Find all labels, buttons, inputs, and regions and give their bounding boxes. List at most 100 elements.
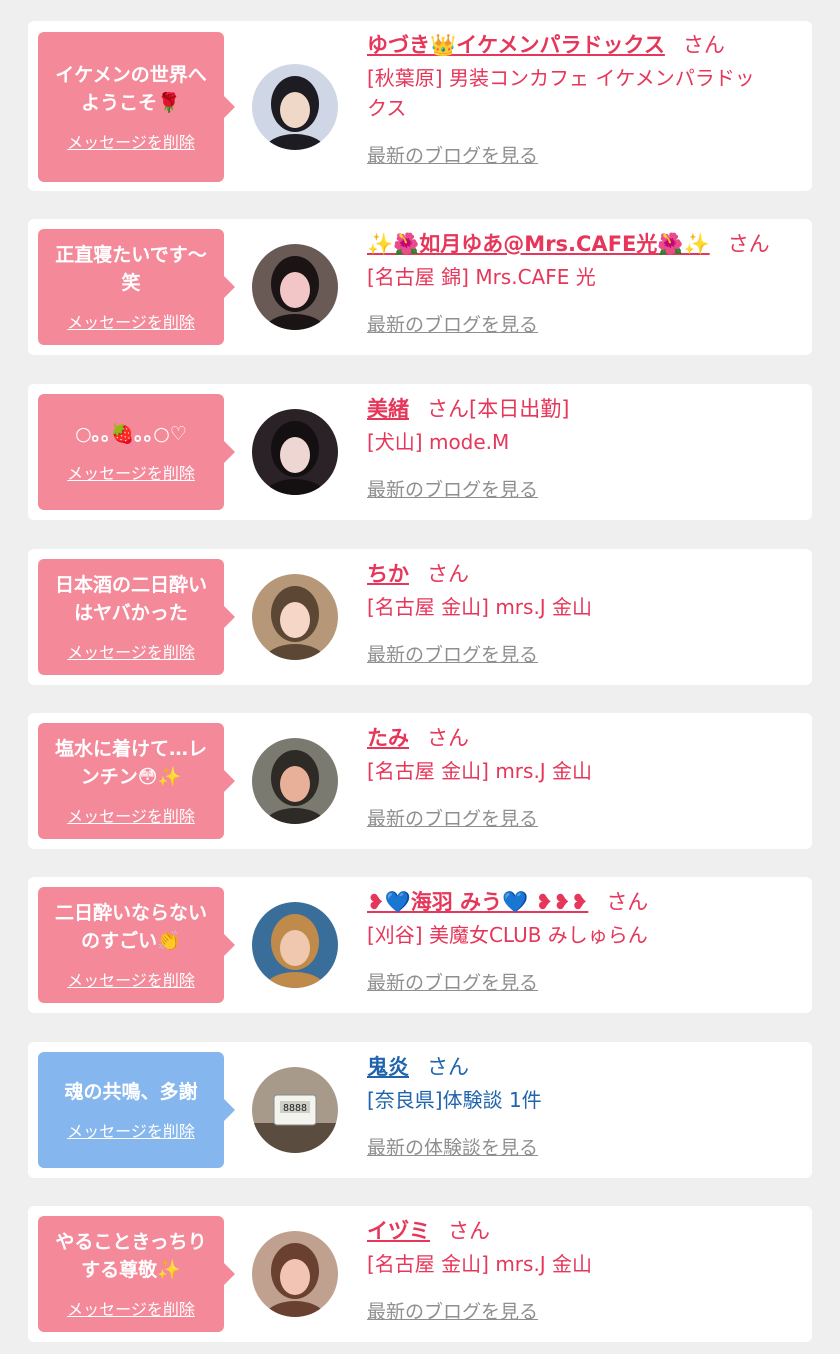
shop-info: [名古屋 金山] mrs.J 金山: [367, 756, 803, 786]
message-line: する尊敬✨: [81, 1259, 181, 1281]
user-info: ✨🌺如月ゆあ@Mrs.CAFE光🌺✨ さん [名古屋 錦] Mrs.CAFE 光最新…: [367, 229, 803, 337]
avatar-photo-icon[interactable]: [252, 244, 338, 330]
message-list: イケメンの世界へ ようこそ🌹 メッセージを削除 ゆづき👑イケメンパラドックス さん [秋葉…: [0, 0, 840, 1354]
shop-line: [犬山] mode.M: [367, 430, 510, 454]
honorific: さん: [448, 1219, 490, 1243]
timer-photo-icon[interactable]: 8888: [252, 1067, 338, 1153]
shop-info: [奈良県]体験談 1件: [367, 1085, 803, 1115]
name-line: たみ さん: [367, 723, 803, 753]
message-line: はヤバかった: [74, 602, 188, 624]
name-line: ✨🌺如月ゆあ@Mrs.CAFE光🌺✨ さん: [367, 229, 803, 259]
user-name-link[interactable]: ちか: [367, 562, 409, 586]
name-line: ゆづき👑イケメンパラドックス さん: [367, 30, 803, 60]
avatar-photo-icon[interactable]: [252, 64, 338, 150]
avatar-photo-icon[interactable]: [252, 902, 338, 988]
message-line: ようこそ🌹: [81, 92, 181, 114]
user-name-link[interactable]: イヅミ: [367, 1219, 430, 1243]
delete-message-link[interactable]: メッセージを削除: [67, 967, 195, 991]
shop-line: クス: [367, 96, 407, 120]
honorific: さん: [427, 726, 469, 750]
user-name-link[interactable]: ✨🌺如月ゆあ@Mrs.CAFE光🌺✨: [367, 232, 710, 256]
user-name-link[interactable]: 鬼炎: [367, 1055, 409, 1079]
latest-blog-link[interactable]: 最新のブログを見る: [367, 1297, 538, 1324]
shop-info: [名古屋 錦] Mrs.CAFE 光: [367, 262, 803, 292]
message-text: やることきっちり する尊敬✨: [55, 1228, 206, 1284]
svg-text:8888: 8888: [283, 1103, 307, 1114]
message-text: 塩水に着けて…レ ンチン😳✨: [55, 735, 207, 791]
user-name-link[interactable]: 美緒: [367, 397, 409, 421]
name-line: イヅミ さん: [367, 1216, 803, 1246]
user-name-link[interactable]: たみ: [367, 726, 409, 750]
delete-message-link[interactable]: メッセージを削除: [67, 1118, 195, 1142]
avatar-photo-icon[interactable]: [252, 409, 338, 495]
honorific: さん: [427, 1055, 469, 1079]
message-bubble: 日本酒の二日酔い はヤバかった メッセージを削除: [38, 559, 235, 675]
message-bubble: やることきっちり する尊敬✨ メッセージを削除: [38, 1216, 235, 1332]
delete-message-link[interactable]: メッセージを削除: [67, 1296, 195, 1320]
message-line: 魂の共鳴、多謝: [64, 1081, 198, 1103]
avatar-photo-icon[interactable]: [252, 738, 338, 824]
user-info: 美緒 さん[本日出勤] [犬山] mode.M 最新のブログを見る: [367, 394, 803, 502]
name-line: 美緒 さん[本日出勤]: [367, 394, 803, 424]
message-line: 二日酔いならない: [54, 902, 207, 924]
shop-line: [名古屋 金山] mrs.J 金山: [367, 759, 593, 783]
shop-info: [名古屋 金山] mrs.J 金山: [367, 592, 803, 622]
delete-message-link[interactable]: メッセージを削除: [67, 129, 195, 153]
delete-message-link[interactable]: メッセージを削除: [67, 460, 195, 484]
shop-line: [名古屋 錦] Mrs.CAFE 光: [367, 265, 596, 289]
shop-info: [名古屋 金山] mrs.J 金山: [367, 1249, 803, 1279]
name-line: 鬼炎 さん: [367, 1052, 803, 1082]
shop-line: [奈良県]体験談 1件: [367, 1088, 542, 1112]
user-name-link[interactable]: ❥💙海羽 みう💙 ❥❥❥: [367, 890, 588, 914]
message-card: やることきっちり する尊敬✨ メッセージを削除 イヅミ さん [名古屋 金山] mrs.J…: [28, 1206, 812, 1342]
message-bubble: 二日酔いならない のすごい👏 メッセージを削除: [38, 887, 235, 1003]
latest-blog-link[interactable]: 最新のブログを見る: [367, 475, 538, 502]
honorific: さん: [727, 232, 770, 256]
honorific: さん: [606, 890, 649, 914]
user-info: ちか さん [名古屋 金山] mrs.J 金山 最新のブログを見る: [367, 559, 803, 667]
honorific: さん: [682, 33, 725, 57]
shop-line: [刈谷] 美魔女CLUB みしゅらん: [367, 923, 648, 947]
message-text: イケメンの世界へ ようこそ🌹: [55, 61, 206, 117]
avatar-photo-icon[interactable]: [252, 574, 338, 660]
message-line: ○｡｡🍓｡｡○♡: [75, 423, 187, 445]
message-bubble: 正直寝たいです〜笑メッセージを削除: [38, 229, 235, 345]
latest-review-link[interactable]: 最新の体験談を見る: [367, 1133, 538, 1160]
message-card: 日本酒の二日酔い はヤバかった メッセージを削除 ちか さん [名古屋 金山] mrs.J…: [28, 549, 812, 685]
message-line: 笑: [121, 272, 141, 294]
latest-blog-link[interactable]: 最新のブログを見る: [367, 968, 538, 995]
latest-blog-link[interactable]: 最新のブログを見る: [367, 640, 538, 667]
latest-blog-link[interactable]: 最新のブログを見る: [367, 310, 538, 337]
message-card: ○｡｡🍓｡｡○♡ メッセージを削除 美緒 さん[本日出勤] [犬山] mode.M 最新の…: [28, 384, 812, 520]
message-bubble: ○｡｡🍓｡｡○♡ メッセージを削除: [38, 394, 235, 510]
message-text: ○｡｡🍓｡｡○♡: [75, 420, 187, 448]
shop-line: [名古屋 金山] mrs.J 金山: [367, 1252, 593, 1276]
delete-message-link[interactable]: メッセージを削除: [67, 803, 195, 827]
delete-message-link[interactable]: メッセージを削除: [67, 309, 195, 333]
message-bubble: 魂の共鳴、多謝 メッセージを削除: [38, 1052, 235, 1168]
message-card: 正直寝たいです〜笑メッセージを削除 ✨🌺如月ゆあ@Mrs.CAFE光🌺✨ さん [名古…: [28, 219, 812, 355]
name-line: ちか さん: [367, 559, 803, 589]
shop-info: [犬山] mode.M: [367, 427, 803, 457]
message-text: 魂の共鳴、多謝: [64, 1078, 197, 1106]
user-info: ゆづき👑イケメンパラドックス さん [秋葉原] 男装コンカフェ イケメンパラドッ クス…: [367, 30, 803, 168]
shop-line: [秋葉原] 男装コンカフェ イケメンパラドッ: [367, 66, 755, 90]
message-line: イケメンの世界へ: [55, 64, 207, 86]
latest-blog-link[interactable]: 最新のブログを見る: [367, 141, 538, 168]
latest-blog-link[interactable]: 最新のブログを見る: [367, 804, 538, 831]
user-name-link[interactable]: ゆづき👑イケメンパラドックス: [367, 33, 665, 57]
delete-message-link[interactable]: メッセージを削除: [67, 639, 195, 663]
avatar-photo-icon[interactable]: [252, 1231, 338, 1317]
message-text: 正直寝たいです〜笑: [55, 241, 206, 297]
message-text: 二日酔いならない のすごい👏: [55, 899, 207, 955]
user-info: たみ さん [名古屋 金山] mrs.J 金山 最新のブログを見る: [367, 723, 803, 831]
message-line: のすごい👏: [81, 930, 181, 952]
message-line: 正直寝たいです〜: [55, 244, 207, 266]
message-card: 魂の共鳴、多謝 メッセージを削除 8888 鬼炎 さん [奈良県]体験談 1件 最新の体験談…: [28, 1042, 812, 1178]
user-info: イヅミ さん [名古屋 金山] mrs.J 金山 最新のブログを見る: [367, 1216, 803, 1324]
message-line: やることきっちり: [55, 1231, 207, 1253]
message-text: 日本酒の二日酔い はヤバかった: [55, 571, 207, 627]
message-line: 日本酒の二日酔い: [54, 574, 207, 596]
message-bubble: イケメンの世界へ ようこそ🌹 メッセージを削除: [38, 32, 235, 182]
message-bubble: 塩水に着けて…レ ンチン😳✨ メッセージを削除: [38, 723, 235, 839]
